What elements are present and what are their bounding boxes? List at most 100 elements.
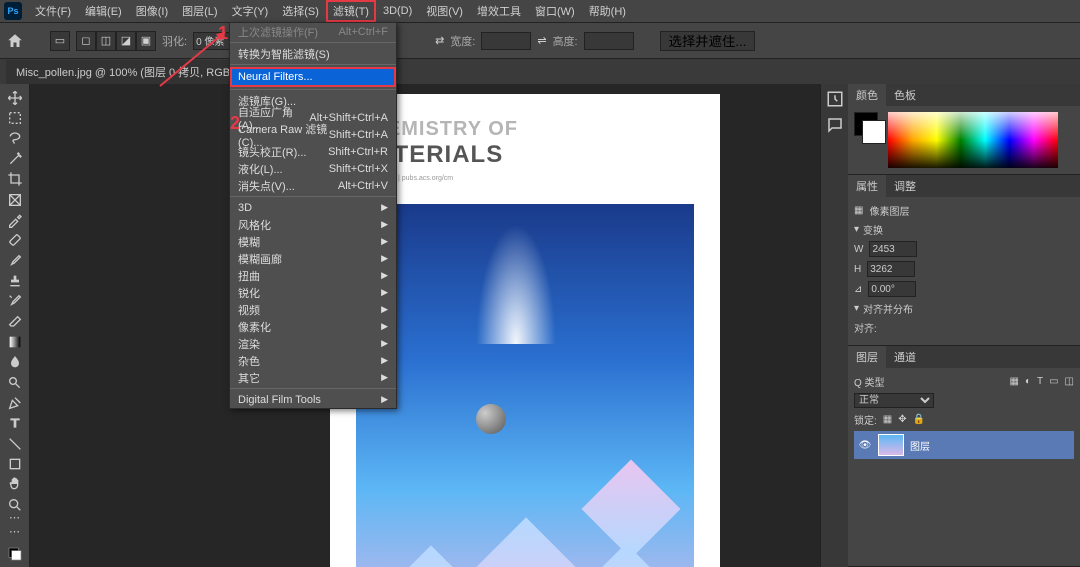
hand-tool-icon[interactable] [3,474,27,494]
menu-window[interactable]: 窗口(W) [528,0,582,22]
menu-item[interactable]: Camera Raw 滤镜(C)...Shift+Ctrl+A [230,126,396,143]
menu-item[interactable]: 液化(L)...Shift+Ctrl+X [230,160,396,177]
menu-item[interactable]: 杂色▶ [230,352,396,369]
height-input[interactable] [584,32,634,50]
menu-view[interactable]: 视图(V) [419,0,470,22]
link-icon[interactable]: ⇌ [537,34,546,47]
eyedropper-tool-icon[interactable] [3,210,27,230]
selection-add-icon[interactable]: ◫ [96,31,116,51]
layer-name[interactable]: 图层 [910,438,930,453]
chevron-right-icon: ▶ [381,394,388,405]
menu-item[interactable]: 渲染▶ [230,335,396,352]
menu-item[interactable]: 3D▶ [230,199,396,216]
tab-color[interactable]: 颜色 [848,84,886,106]
lock-all-icon[interactable]: 🔒 [913,414,925,425]
lasso-tool-icon[interactable] [3,129,27,149]
menu-item[interactable]: Digital Film Tools▶ [230,391,396,408]
menu-layer[interactable]: 图层(L) [175,0,224,22]
menu-item[interactable]: 扭曲▶ [230,267,396,284]
menu-item[interactable]: 消失点(V)...Alt+Ctrl+V [230,177,396,194]
lock-position-icon[interactable]: ✥ [898,414,906,425]
selection-intersect-icon[interactable]: ▣ [136,31,156,51]
menu-select[interactable]: 选择(S) [275,0,326,22]
crop-tool-icon[interactable] [3,169,27,189]
lock-pixels-icon[interactable]: ▦ [883,414,892,425]
color-swatches-icon[interactable] [3,541,27,567]
edit-toolbar-icon[interactable]: ⋯ [3,521,27,541]
select-mask-button[interactable]: 选择并遮住... [660,31,756,51]
menu-file[interactable]: 文件(F) [28,0,78,22]
tab-properties[interactable]: 属性 [848,175,886,197]
menu-3d[interactable]: 3D(D) [376,2,419,20]
lock-label: 锁定: [854,412,877,427]
filter-smart-icon[interactable]: ◫ [1065,376,1074,387]
menu-image[interactable]: 图像(I) [129,0,175,22]
type-tool-icon[interactable] [3,413,27,433]
canvas-zone[interactable]: CHEMISTRY OF MATERIALS NUMBER 20 | pubs.… [30,84,820,567]
visibility-icon[interactable]: 👁 [858,438,872,452]
transform-w-input[interactable] [869,241,917,257]
chevron-down-icon[interactable]: ▾ [854,303,859,314]
marquee-tool-icon[interactable]: ▭ [50,31,70,51]
tab-adjust[interactable]: 调整 [886,175,924,197]
width-input[interactable] [481,32,531,50]
blur-tool-icon[interactable] [3,352,27,372]
eraser-tool-icon[interactable] [3,312,27,332]
dodge-tool-icon[interactable] [3,373,27,393]
stamp-tool-icon[interactable] [3,271,27,291]
blend-mode-select[interactable]: 正常 [854,393,934,408]
brush-tool-icon[interactable] [3,251,27,271]
layer-row[interactable]: 👁 图层 [854,431,1074,459]
menu-item[interactable]: 其它▶ [230,369,396,386]
history-panel-icon[interactable] [826,90,844,108]
toolbox: ⋯ ⋯ [0,84,30,567]
layer-thumb[interactable] [878,434,904,456]
move-tool-icon[interactable] [3,88,27,108]
filter-pixel-icon[interactable]: ▦ [1009,376,1018,387]
menu-item[interactable]: 转换为智能滤镜(S) [230,45,396,62]
menu-item[interactable]: 模糊画廊▶ [230,250,396,267]
menu-shortcut: Shift+Ctrl+A [329,129,388,141]
selection-new-icon[interactable]: ◻ [76,31,96,51]
color-spectrum[interactable] [888,112,1058,168]
frame-tool-icon[interactable] [3,190,27,210]
tab-layers[interactable]: 图层 [848,346,886,368]
transform-angle-input[interactable] [868,281,916,297]
chevron-down-icon[interactable]: ▾ [854,224,859,235]
wand-tool-icon[interactable] [3,149,27,169]
layers-panel: 图层 通道 Q 类型 ▦ ◐ T ▭ ◫ 正常 [848,346,1080,567]
tab-channels[interactable]: 通道 [886,346,924,368]
marquee-tool-icon[interactable] [3,108,27,128]
menu-item[interactable]: 模糊▶ [230,233,396,250]
home-icon[interactable] [6,32,24,50]
menu-item[interactable]: 风格化▶ [230,216,396,233]
filter-type-icon[interactable]: T [1037,376,1043,387]
shape-tool-icon[interactable] [3,454,27,474]
history-brush-icon[interactable] [3,291,27,311]
path-tool-icon[interactable] [3,434,27,454]
selection-subtract-icon[interactable]: ◪ [116,31,136,51]
menu-item-label: 模糊画廊 [238,251,282,267]
gradient-tool-icon[interactable] [3,332,27,352]
filter-adjust-icon[interactable]: ◐ [1025,376,1031,387]
transform-h-input[interactable] [867,261,915,277]
menu-filter[interactable]: 滤镜(T) [326,0,376,22]
tab-swatches[interactable]: 色板 [886,84,924,106]
menu-edit[interactable]: 编辑(E) [78,0,129,22]
menu-type[interactable]: 文字(Y) [225,0,276,22]
pen-tool-icon[interactable] [3,393,27,413]
menu-item[interactable]: 视频▶ [230,301,396,318]
menu-item[interactable]: 锐化▶ [230,284,396,301]
bg-color-swatch[interactable] [862,120,886,144]
menu-item[interactable]: Neural Filters... [230,67,396,87]
heal-tool-icon[interactable] [3,230,27,250]
menu-item[interactable]: 像素化▶ [230,318,396,335]
swap-icon[interactable]: ⇄ [435,34,444,47]
angle-icon: ⊿ [854,284,862,295]
menu-help[interactable]: 帮助(H) [582,0,633,22]
comments-panel-icon[interactable] [826,116,844,134]
menu-plugins[interactable]: 增效工具 [470,0,528,22]
filter-shape-icon[interactable]: ▭ [1049,376,1058,387]
cover-subtitle: NUMBER 20 | pubs.acs.org/cm [356,175,694,182]
menu-item-label: 风格化 [238,217,271,233]
